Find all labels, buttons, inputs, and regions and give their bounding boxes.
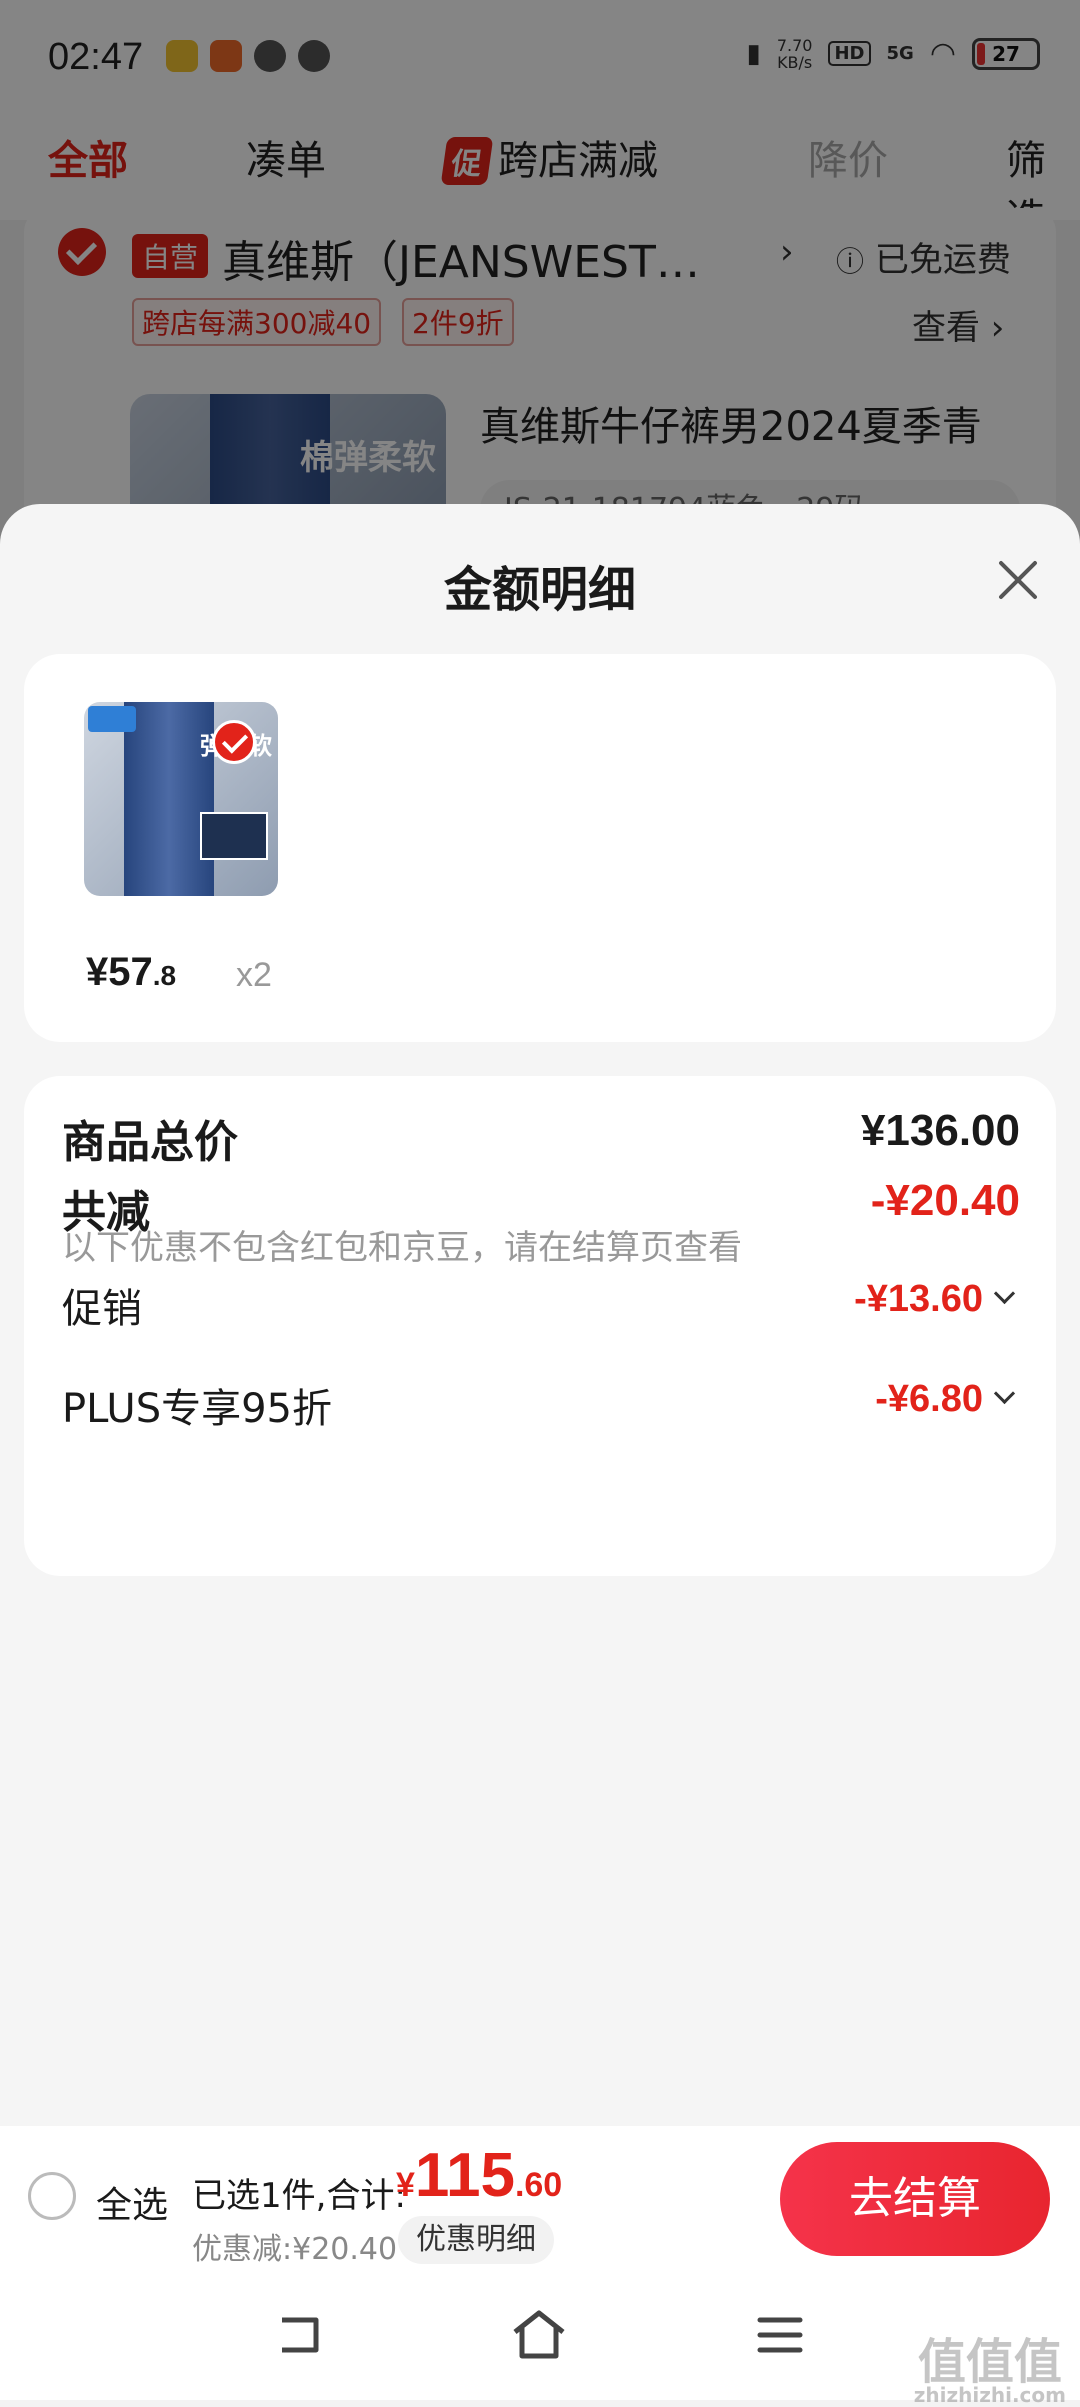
select-all-checkbox[interactable] [28,2172,76,2220]
discount-summary: 优惠减:¥20.40 [192,2232,398,2267]
chevron-down-icon [993,1282,1016,1305]
menu-icon[interactable] [756,2314,804,2356]
total-price-value: ¥136.00 [860,1106,1020,1155]
chevron-down-icon [993,1382,1016,1405]
select-all-label[interactable]: 全选 [96,2176,168,2228]
discount-note: 以下优惠不包含红包和京豆，请在结算页查看 [62,1228,742,1268]
selected-count-text: 已选1件,合计: [192,2176,406,2216]
home-icon[interactable] [510,2308,568,2362]
watermark: 值值值 zhizhizhi.com [913,2334,1066,2407]
promotion-value[interactable]: -¥13.60 [854,1278,1016,1321]
price-breakdown-card: 商品总价 ¥136.00 共减 -¥20.40 以下优惠不包含红包和京豆，请在结… [24,1076,1056,1576]
checkout-bar: 全选 已选1件,合计: ¥115.60 优惠减:¥20.40 优惠明细 去结算 [0,2126,1080,2274]
brand-logo-icon [88,706,136,732]
close-icon[interactable] [986,548,1050,612]
amount-detail-sheet: 金额明细 弹柔软 ¥57.8 x2 商品总价 ¥136.00 共减 -¥20.4… [0,504,1080,2400]
selected-items-card: 弹柔软 ¥57.8 x2 [24,654,1056,1042]
plus-discount-value[interactable]: -¥6.80 [875,1378,1016,1421]
checkout-button[interactable]: 去结算 [780,2142,1050,2256]
item-price: ¥57.8 [86,950,177,994]
discount-detail-button[interactable]: 优惠明细 [398,2216,554,2264]
plus-discount-label: PLUS专享95折 [62,1386,332,1432]
item-selected-check-icon [212,720,256,764]
promotion-label: 促销 [62,1286,142,1332]
total-price: ¥115.60 [396,2141,563,2210]
back-icon[interactable] [276,2314,322,2356]
item-quantity: x2 [236,956,272,994]
discount-value: -¥20.40 [870,1176,1020,1225]
total-price-label: 商品总价 [62,1117,238,1168]
sheet-title: 金额明细 [443,562,636,618]
